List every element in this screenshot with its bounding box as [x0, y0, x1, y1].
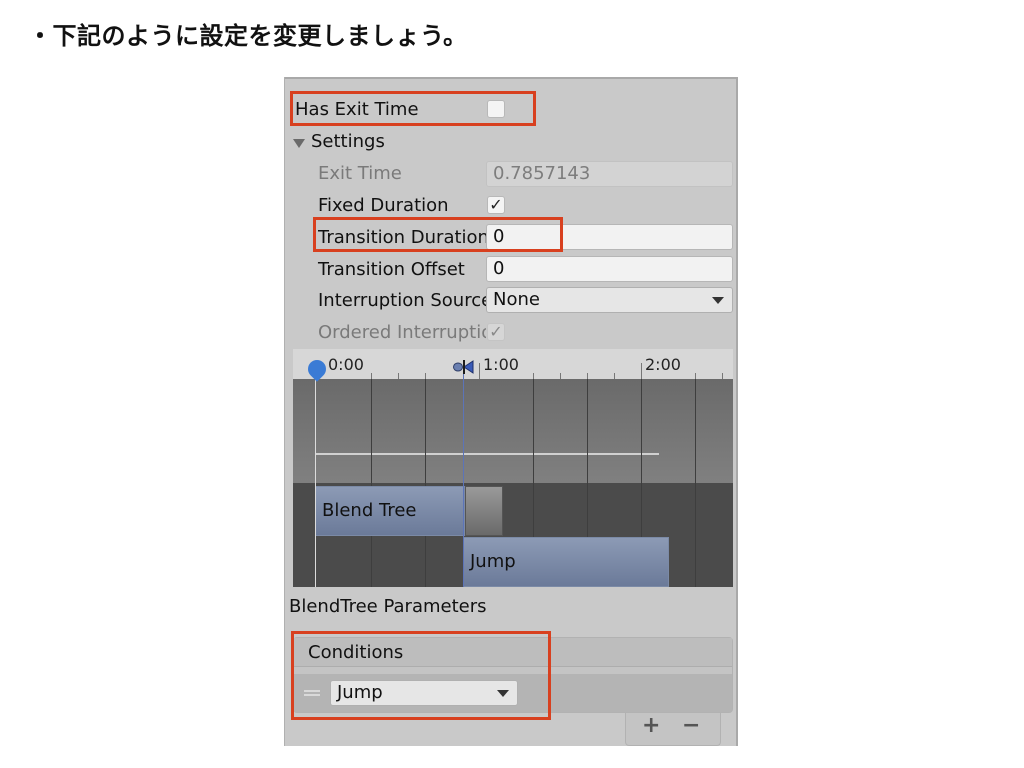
- panel-top-border: [285, 77, 738, 79]
- fixed-duration-label: Fixed Duration: [318, 195, 449, 216]
- highlight-conditions: [291, 631, 551, 720]
- conditions-footer: + −: [625, 713, 721, 746]
- clip-blend-tree[interactable]: Blend Tree: [315, 486, 465, 536]
- settings-foldout-label[interactable]: Settings: [311, 131, 385, 152]
- timeline-start-line: [315, 369, 316, 587]
- ruler-label-2: 2:00: [645, 355, 681, 374]
- remove-condition-button[interactable]: −: [682, 713, 700, 738]
- blendtree-parameters-label: BlendTree Parameters: [289, 596, 487, 617]
- highlight-transition-duration: [313, 217, 563, 252]
- transition-curve-line: [315, 453, 659, 455]
- transition-offset-field[interactable]: 0: [486, 256, 733, 282]
- transition-inspector: Has Exit Time Settings Exit Time 0.78571…: [284, 77, 738, 746]
- transition-offset-label: Transition Offset: [318, 259, 465, 280]
- checkmark-icon: ✓: [489, 195, 503, 214]
- transition-timeline[interactable]: 0:00 1:00 2:00 Blend Tree Jump: [293, 349, 733, 587]
- ruler-tick: [641, 363, 642, 379]
- transition-marker-icon[interactable]: [453, 360, 475, 374]
- timeline-gridline: [695, 379, 696, 587]
- add-condition-button[interactable]: +: [642, 713, 660, 738]
- timeline-gridline: [371, 379, 372, 587]
- interruption-source-dropdown[interactable]: None: [486, 287, 733, 313]
- interruption-source-label: Interruption Source: [318, 290, 486, 311]
- timeline-transition-line: [463, 369, 464, 587]
- dropdown-caret-icon: [712, 297, 724, 304]
- ruler-tick: [479, 363, 480, 379]
- clip-jump[interactable]: Jump: [463, 537, 669, 587]
- checkmark-icon: ✓: [489, 322, 503, 341]
- interruption-source-value: None: [493, 289, 540, 310]
- highlight-has-exit-time: [290, 91, 536, 126]
- ordered-interruption-label: Ordered Interruption: [318, 322, 486, 343]
- ruler-label-0: 0:00: [328, 355, 364, 374]
- foldout-arrow-icon[interactable]: [293, 139, 305, 148]
- exit-time-label: Exit Time: [318, 163, 402, 184]
- ruler-label-1: 1:00: [483, 355, 519, 374]
- exit-time-field: 0.7857143: [486, 161, 733, 187]
- timeline-ruler[interactable]: 0:00 1:00 2:00: [293, 349, 733, 379]
- panel-right-border: [736, 77, 738, 746]
- fixed-duration-checkbox[interactable]: ✓: [487, 196, 505, 214]
- slide-title: ・下記のように設定を変更しましょう。: [28, 22, 468, 50]
- transition-overlap-handle[interactable]: [465, 486, 503, 536]
- ordered-interruption-checkbox: ✓: [487, 323, 505, 341]
- timeline-gridline: [425, 379, 426, 587]
- transition-curve-area: [293, 379, 733, 483]
